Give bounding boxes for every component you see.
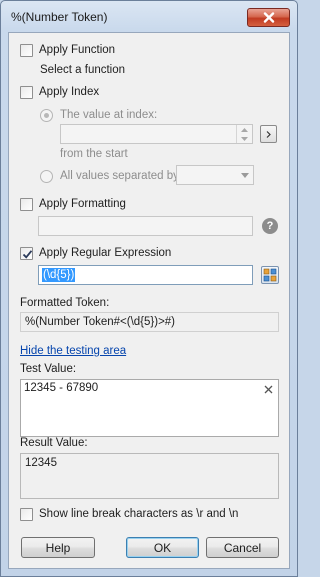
result-value-text: 12345 [25,457,57,469]
show-line-breaks-checkbox[interactable] [20,508,33,521]
index-stepper[interactable] [60,124,253,144]
spin-up-icon[interactable] [237,125,252,134]
clear-icon[interactable] [264,385,273,394]
spin-down-icon[interactable] [237,134,252,143]
grid-picker-icon [263,268,277,282]
close-icon [263,12,274,23]
apply-function-checkbox[interactable] [20,44,33,57]
cancel-button[interactable]: Cancel [206,537,279,558]
test-value-input[interactable]: 12345 - 67890 [20,379,279,437]
apply-formatting-label[interactable]: Apply Formatting [39,198,126,210]
regex-value: (\d{5}) [42,268,76,282]
apply-index-checkbox[interactable] [20,86,33,99]
help-button[interactable]: Help [21,537,95,558]
close-button[interactable] [247,8,290,27]
all-values-label: All values separated by: [60,170,183,182]
apply-regex-checkbox[interactable] [20,247,33,260]
select-function-hint: Select a function [40,64,126,76]
window-title: %(Number Token) [11,10,108,24]
question-mark-icon[interactable]: ? [262,218,278,234]
checkmark-icon [22,250,33,259]
test-value-text: 12345 - 67890 [24,382,99,394]
chevron-right-icon [266,130,271,138]
formatted-token-value: %(Number Token#<(\d{5})>#) [20,312,279,332]
formatting-input[interactable] [38,216,253,236]
title-bar[interactable]: %(Number Token) [1,1,297,31]
dialog-window: %(Number Token) Apply Function Select a … [0,0,298,577]
apply-formatting-checkbox[interactable] [20,198,33,211]
next-index-button[interactable] [260,125,277,143]
separator-combo[interactable] [176,165,254,185]
ok-button[interactable]: OK [126,537,199,558]
value-at-index-radio[interactable] [40,109,53,122]
formatted-token-label: Formatted Token: [20,297,110,309]
regex-picker-button[interactable] [261,266,279,284]
regex-input[interactable]: (\d{5}) [38,265,253,285]
show-line-breaks-label[interactable]: Show line break characters as \r and \n [39,508,238,520]
result-value-label: Result Value: [20,437,88,449]
from-start-label: from the start [60,148,128,160]
result-value-box: 12345 [20,453,279,499]
index-spin-buttons[interactable] [236,125,252,143]
apply-regex-label[interactable]: Apply Regular Expression [39,247,171,259]
value-at-index-label: The value at index: [60,109,158,121]
dialog-body: Apply Function Select a function Apply I… [8,32,290,569]
test-value-label: Test Value: [20,363,77,375]
apply-function-label[interactable]: Apply Function [39,44,115,56]
chevron-down-icon[interactable] [236,166,253,185]
hide-testing-area-link[interactable]: Hide the testing area [20,345,126,357]
all-values-radio[interactable] [40,170,53,183]
apply-index-label[interactable]: Apply Index [39,86,99,98]
